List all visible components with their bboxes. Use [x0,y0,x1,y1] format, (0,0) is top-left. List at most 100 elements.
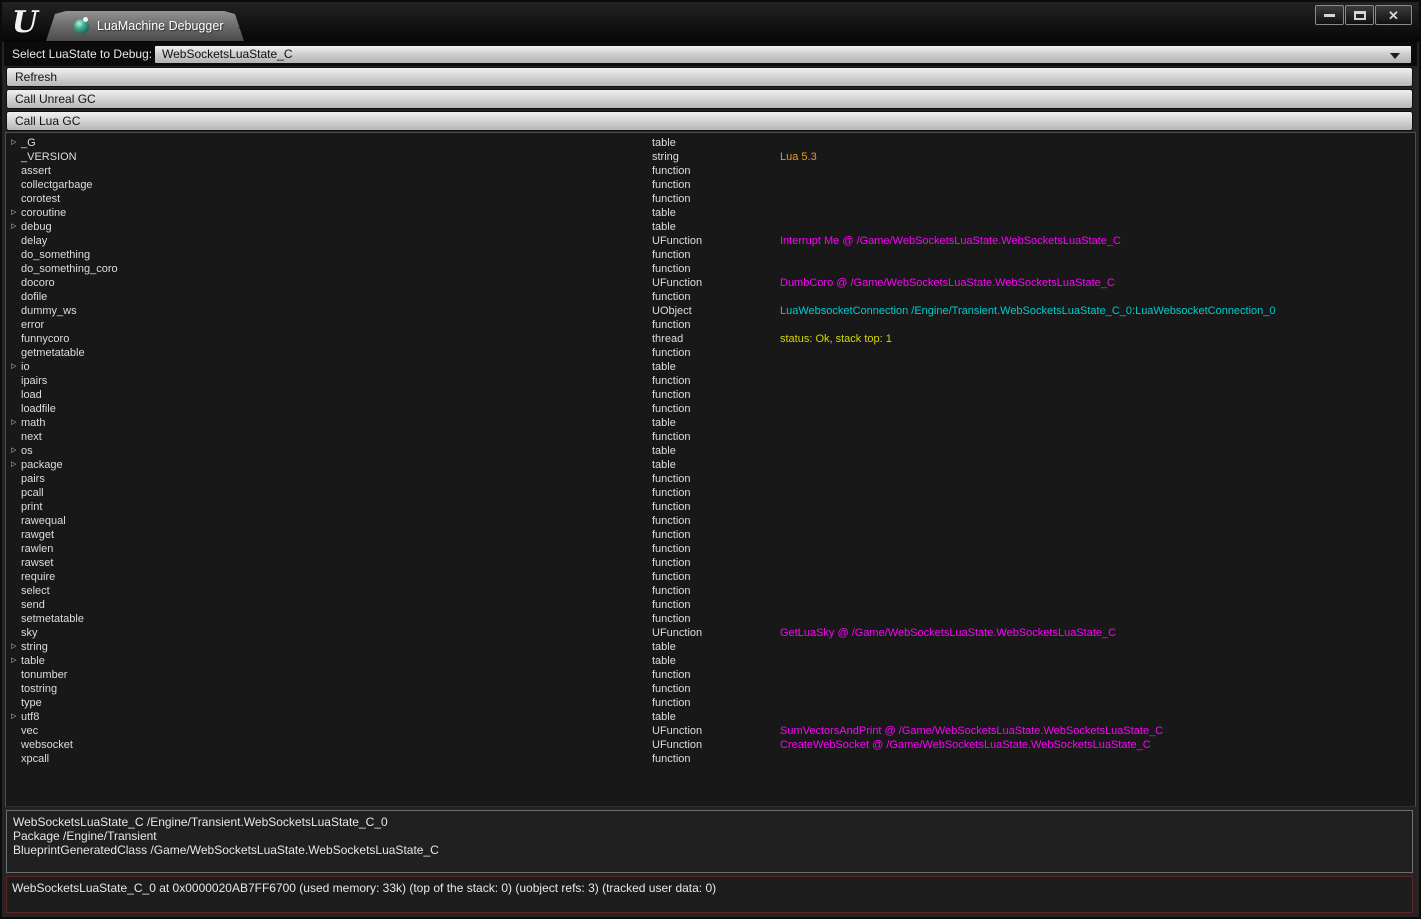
expand-arrow-icon[interactable]: ▷ [11,206,16,220]
tree-row[interactable]: ▷ os table [6,444,1415,458]
tree-row[interactable]: corotest function [6,192,1415,206]
tree-row[interactable]: ipairs function [6,374,1415,388]
variable-name: docoro [6,276,652,290]
tree-row[interactable]: _VERSION string Lua 5.3 [6,150,1415,164]
variable-name: corotest [6,192,652,206]
variable-type: table [652,641,676,653]
variable-value [780,556,1415,570]
expand-arrow-icon[interactable]: ▷ [11,640,16,654]
tree-row[interactable]: ▷ coroutine table [6,206,1415,220]
tree-row[interactable]: rawequal function [6,514,1415,528]
variable-value [780,402,1415,416]
tree-row[interactable]: websocket UFunction CreateWebSocket @ /Gam… [6,738,1415,752]
expand-arrow-icon[interactable]: ▷ [11,136,16,150]
tree-row[interactable]: pcall function [6,486,1415,500]
luastate-combobox[interactable]: WebSocketsLuaState_C [154,45,1412,64]
variable-name: ▷ string [6,640,652,654]
maximize-button[interactable] [1345,5,1374,25]
tree-row[interactable]: error function [6,318,1415,332]
variable-value [780,542,1415,556]
variable-name-label: dofile [21,291,48,303]
tree-row[interactable]: ▷ math table [6,416,1415,430]
tree-row[interactable]: rawset function [6,556,1415,570]
variable-type: function [652,613,691,625]
variable-name-label: debug [21,221,52,233]
expand-arrow-icon[interactable]: ▷ [11,458,16,472]
variable-name-label: do_something_coro [21,263,118,275]
variable-name-label: setmetatable [21,613,84,625]
tree-row[interactable]: tostring function [6,682,1415,696]
variable-name: ▷ io [6,360,652,374]
tree-row[interactable]: setmetatable function [6,612,1415,626]
call-lua-gc-button[interactable]: Call Lua GC [6,111,1413,131]
tree-row[interactable]: pairs function [6,472,1415,486]
tree-row[interactable]: ▷ utf8 table [6,710,1415,724]
expand-arrow-icon[interactable]: ▷ [11,220,16,234]
tree-row[interactable]: ▷ package table [6,458,1415,472]
tree-row[interactable]: tonumber function [6,668,1415,682]
variable-name: ▷ utf8 [6,710,652,724]
luamachine-debugger-window: U LuaMachine Debugger × ✕ Select LuaStat… [0,0,1421,919]
expand-arrow-icon[interactable]: ▷ [11,416,16,430]
tree-row[interactable]: vec UFunction SumVectorsAndPrint @ /Game/W… [6,724,1415,738]
tree-row[interactable]: docoro UFunction DumbCoro @ /Game/WebSocke… [6,276,1415,290]
variable-name-label: rawlen [21,543,54,555]
tree-row[interactable]: ▷ string table [6,640,1415,654]
tree-row[interactable]: type function [6,696,1415,710]
tree-row[interactable]: require function [6,570,1415,584]
expand-arrow-icon[interactable]: ▷ [11,444,16,458]
tree-row[interactable]: do_something function [6,248,1415,262]
variable-value [780,514,1415,528]
variable-name-label: do_something [21,249,91,261]
refresh-button[interactable]: Refresh [6,67,1413,87]
tree-row[interactable]: ▷ _G table [6,136,1415,150]
tree-row[interactable]: assert function [6,164,1415,178]
expand-arrow-icon[interactable]: ▷ [11,360,16,374]
variable-name-label: print [21,501,43,513]
tree-row[interactable]: sky UFunction GetLuaSky @ /Game/WebSockets… [6,626,1415,640]
variable-name: vec [6,724,652,738]
tree-row[interactable]: print function [6,500,1415,514]
tree-row[interactable]: send function [6,598,1415,612]
variable-value: CreateWebSocket @ /Game/WebSocketsLuaSta… [780,739,1151,751]
tree-row[interactable]: delay UFunction Interrupt Me @ /Game/WebSo… [6,234,1415,248]
tree-row[interactable]: funnycoro thread status: Ok, stack top: 1 [6,332,1415,346]
tree-row[interactable]: rawget function [6,528,1415,542]
tree-row[interactable]: ▷ io table [6,360,1415,374]
call-unreal-gc-button[interactable]: Call Unreal GC [6,89,1413,109]
tree-row[interactable]: dofile function [6,290,1415,304]
tree-row[interactable]: xpcall function [6,752,1415,766]
tree-row[interactable]: loadfile function [6,402,1415,416]
variable-name-label: require [21,571,56,583]
variable-type: function [652,319,691,331]
tree-row[interactable]: next function [6,430,1415,444]
variable-type: table [652,417,676,429]
tree-row[interactable]: dummy_ws UObject LuaWebsocketConnection /E… [6,304,1415,318]
tree-row[interactable]: rawlen function [6,542,1415,556]
variable-type: string [652,151,679,163]
luastate-combobox-value: WebSocketsLuaState_C [162,47,293,61]
close-button[interactable]: ✕ [1375,5,1412,25]
tab-close-icon[interactable]: × [237,19,244,33]
tab-luamachine-debugger[interactable]: LuaMachine Debugger × [46,11,244,41]
tree-row[interactable]: load function [6,388,1415,402]
tree-row[interactable]: ▷ table table [6,654,1415,668]
variable-value [780,696,1415,710]
variable-type: function [652,501,691,513]
expand-arrow-icon[interactable]: ▷ [11,710,16,724]
variable-value [780,444,1415,458]
variable-type: function [652,431,691,443]
minimize-button[interactable] [1315,5,1344,25]
tree-row[interactable]: select function [6,584,1415,598]
variable-type: function [652,487,691,499]
tree-row[interactable]: do_something_coro function [6,262,1415,276]
variable-name: websocket [6,738,652,752]
variable-value [780,612,1415,626]
variable-name-label: table [21,655,45,667]
tree-row[interactable]: ▷ debug table [6,220,1415,234]
tree-row[interactable]: collectgarbage function [6,178,1415,192]
expand-arrow-icon[interactable]: ▷ [11,654,16,668]
tree-row[interactable]: getmetatable function [6,346,1415,360]
variable-name-label: math [21,417,46,429]
variable-type: function [652,585,691,597]
